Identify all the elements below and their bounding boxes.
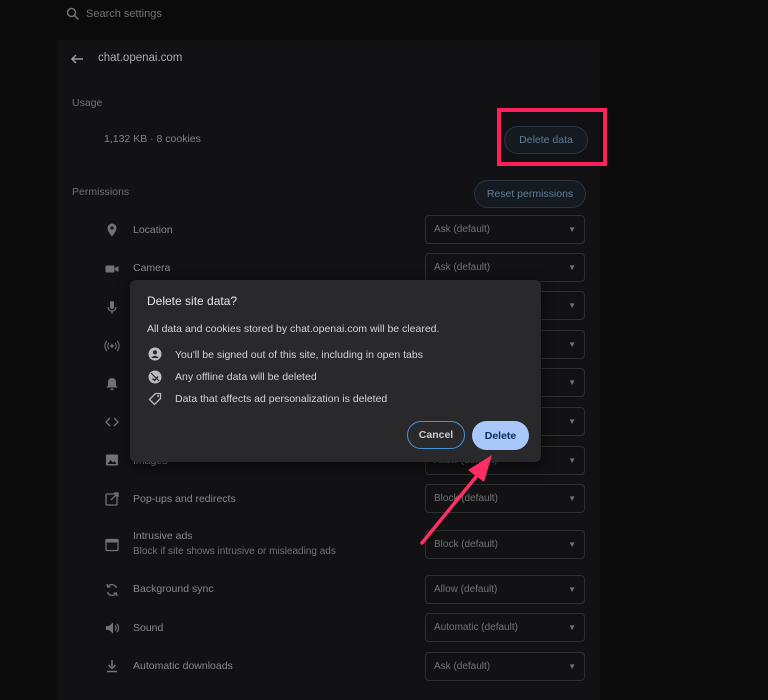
permission-label-popups: Pop-ups and redirects (133, 493, 236, 505)
usage-summary: 1,132 KB · 8 cookies (104, 133, 201, 145)
chevron-down-icon: ▼ (568, 301, 576, 310)
download-icon (104, 658, 120, 674)
cancel-button[interactable]: Cancel (407, 421, 465, 449)
popups-select[interactable]: Block (default) ▼ (425, 484, 585, 513)
search-input[interactable]: Search settings (86, 8, 162, 20)
chevron-down-icon: ▼ (568, 378, 576, 387)
permission-sublabel-intrusive-ads: Block if site shows intrusive or mislead… (133, 546, 336, 557)
ads-icon (104, 537, 120, 553)
dialog-item-signout: You'll be signed out of this site, inclu… (175, 349, 423, 361)
popup-icon (104, 491, 120, 507)
reset-permissions-button[interactable]: Reset permissions (474, 180, 586, 208)
chevron-down-icon: ▼ (568, 340, 576, 349)
account-circle-icon (148, 347, 162, 361)
delete-button[interactable]: Delete (472, 421, 529, 450)
permission-label-camera: Camera (133, 262, 171, 274)
background-sync-select[interactable]: Allow (default) ▼ (425, 575, 585, 604)
search-icon (66, 7, 80, 21)
permission-label-automatic-downloads: Automatic downloads (133, 660, 233, 672)
chevron-down-icon: ▼ (568, 225, 576, 234)
page-title: chat.openai.com (98, 52, 183, 64)
location-pin-icon (104, 222, 120, 238)
intrusive-ads-select[interactable]: Block (default) ▼ (425, 530, 585, 559)
microphone-icon (104, 299, 120, 315)
dialog-item-ad-personalization: Data that affects ad personalization is … (175, 393, 388, 405)
chevron-down-icon: ▼ (568, 540, 576, 549)
dialog-item-offline: Any offline data will be deleted (175, 371, 317, 383)
camera-icon (104, 261, 120, 277)
settings-search-bar[interactable]: Search settings (0, 0, 768, 30)
delete-site-data-dialog: Delete site data? All data and cookies s… (130, 280, 541, 462)
permissions-heading: Permissions (72, 186, 130, 198)
dialog-title: Delete site data? (147, 294, 238, 308)
bell-icon (104, 376, 120, 392)
highlight-annotation-box (497, 108, 607, 166)
chevron-down-icon: ▼ (568, 417, 576, 426)
tag-icon (148, 392, 162, 406)
chevron-down-icon: ▼ (568, 662, 576, 671)
sound-select[interactable]: Automatic (default) ▼ (425, 613, 585, 642)
offline-icon (148, 370, 162, 384)
dialog-description: All data and cookies stored by chat.open… (147, 323, 440, 335)
permission-label-background-sync: Background sync (133, 583, 214, 595)
sync-icon (104, 582, 120, 598)
chevron-down-icon: ▼ (568, 263, 576, 272)
chevron-down-icon: ▼ (568, 456, 576, 465)
sensors-icon (104, 338, 120, 354)
chevron-down-icon: ▼ (568, 585, 576, 594)
usage-heading: Usage (72, 97, 103, 109)
permission-label-intrusive-ads: Intrusive ads (133, 530, 193, 542)
speaker-icon (104, 620, 120, 636)
permission-label-location: Location (133, 224, 173, 236)
back-arrow-icon[interactable] (70, 52, 84, 64)
code-icon (104, 414, 120, 430)
camera-select[interactable]: Ask (default) ▼ (425, 253, 585, 282)
permission-label-sound: Sound (133, 622, 164, 634)
chevron-down-icon: ▼ (568, 623, 576, 632)
location-select[interactable]: Ask (default) ▼ (425, 215, 585, 244)
automatic-downloads-select[interactable]: Ask (default) ▼ (425, 652, 585, 681)
chevron-down-icon: ▼ (568, 494, 576, 503)
image-icon (104, 452, 120, 468)
